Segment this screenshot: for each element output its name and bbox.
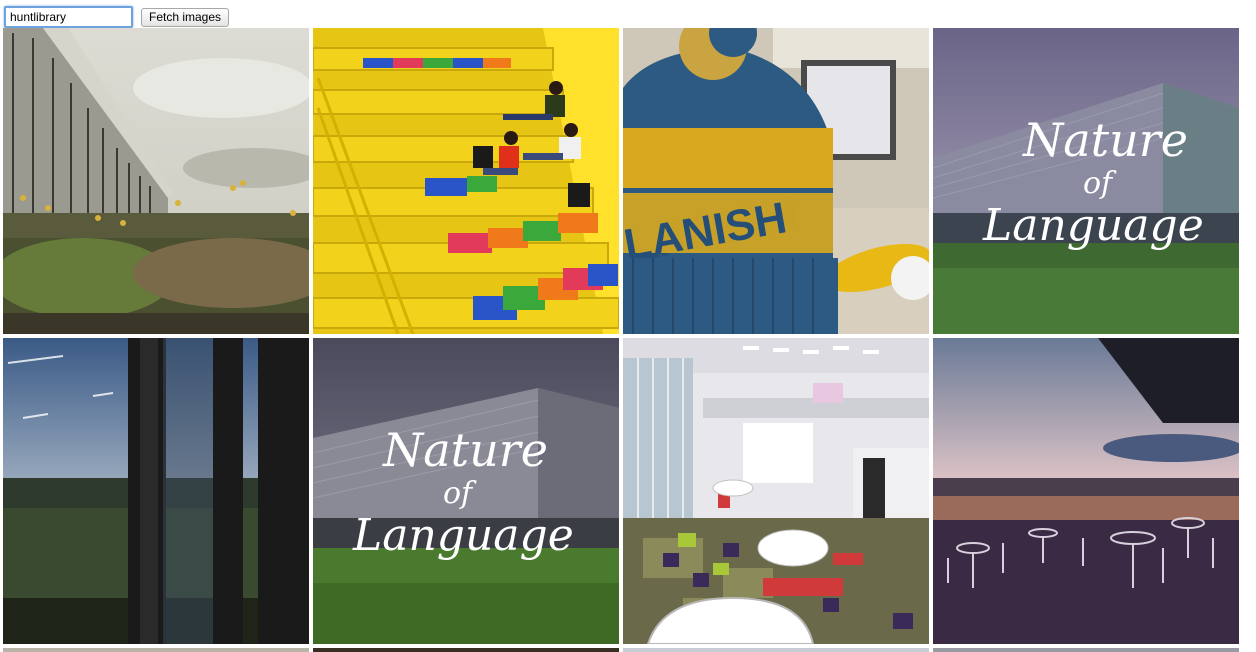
image-tile[interactable]: Nature of Language <box>313 338 619 644</box>
svg-text:Language: Language <box>982 200 1204 251</box>
image-tile[interactable] <box>623 338 929 644</box>
window-sunset-view-photo <box>3 338 309 644</box>
svg-text:Nature: Nature <box>382 423 548 477</box>
search-input[interactable] <box>4 6 133 28</box>
svg-text:Nature: Nature <box>1022 113 1188 167</box>
image-tile[interactable]: LANISH LANISH <box>623 28 929 334</box>
image-tile[interactable] <box>3 338 309 644</box>
image-tile-partial <box>313 648 619 652</box>
yellow-staircase-students-photo <box>313 28 619 334</box>
fetch-images-button[interactable]: Fetch images <box>141 7 230 27</box>
toolbar: Fetch images <box>4 6 230 28</box>
svg-text:Language: Language <box>352 510 574 561</box>
image-tile[interactable] <box>3 28 309 334</box>
svg-text:of: of <box>1083 166 1117 201</box>
nature-of-language-building-photo: Nature of Language <box>313 338 619 644</box>
image-tile-partial <box>3 648 309 652</box>
image-tile-partial <box>933 648 1239 652</box>
image-tile-partial <box>623 648 929 652</box>
terrace-sunset-photo <box>933 338 1239 644</box>
svg-text:of: of <box>443 476 477 511</box>
building-facade-garden-photo <box>3 28 309 334</box>
image-tile[interactable]: Nature of Language <box>933 28 1239 334</box>
image-tile[interactable] <box>313 28 619 334</box>
image-tile[interactable] <box>933 338 1239 644</box>
nature-of-language-building-photo: Nature of Language <box>933 28 1239 334</box>
knit-hat-photo: LANISH LANISH <box>623 28 929 334</box>
library-atrium-photo <box>623 338 929 644</box>
